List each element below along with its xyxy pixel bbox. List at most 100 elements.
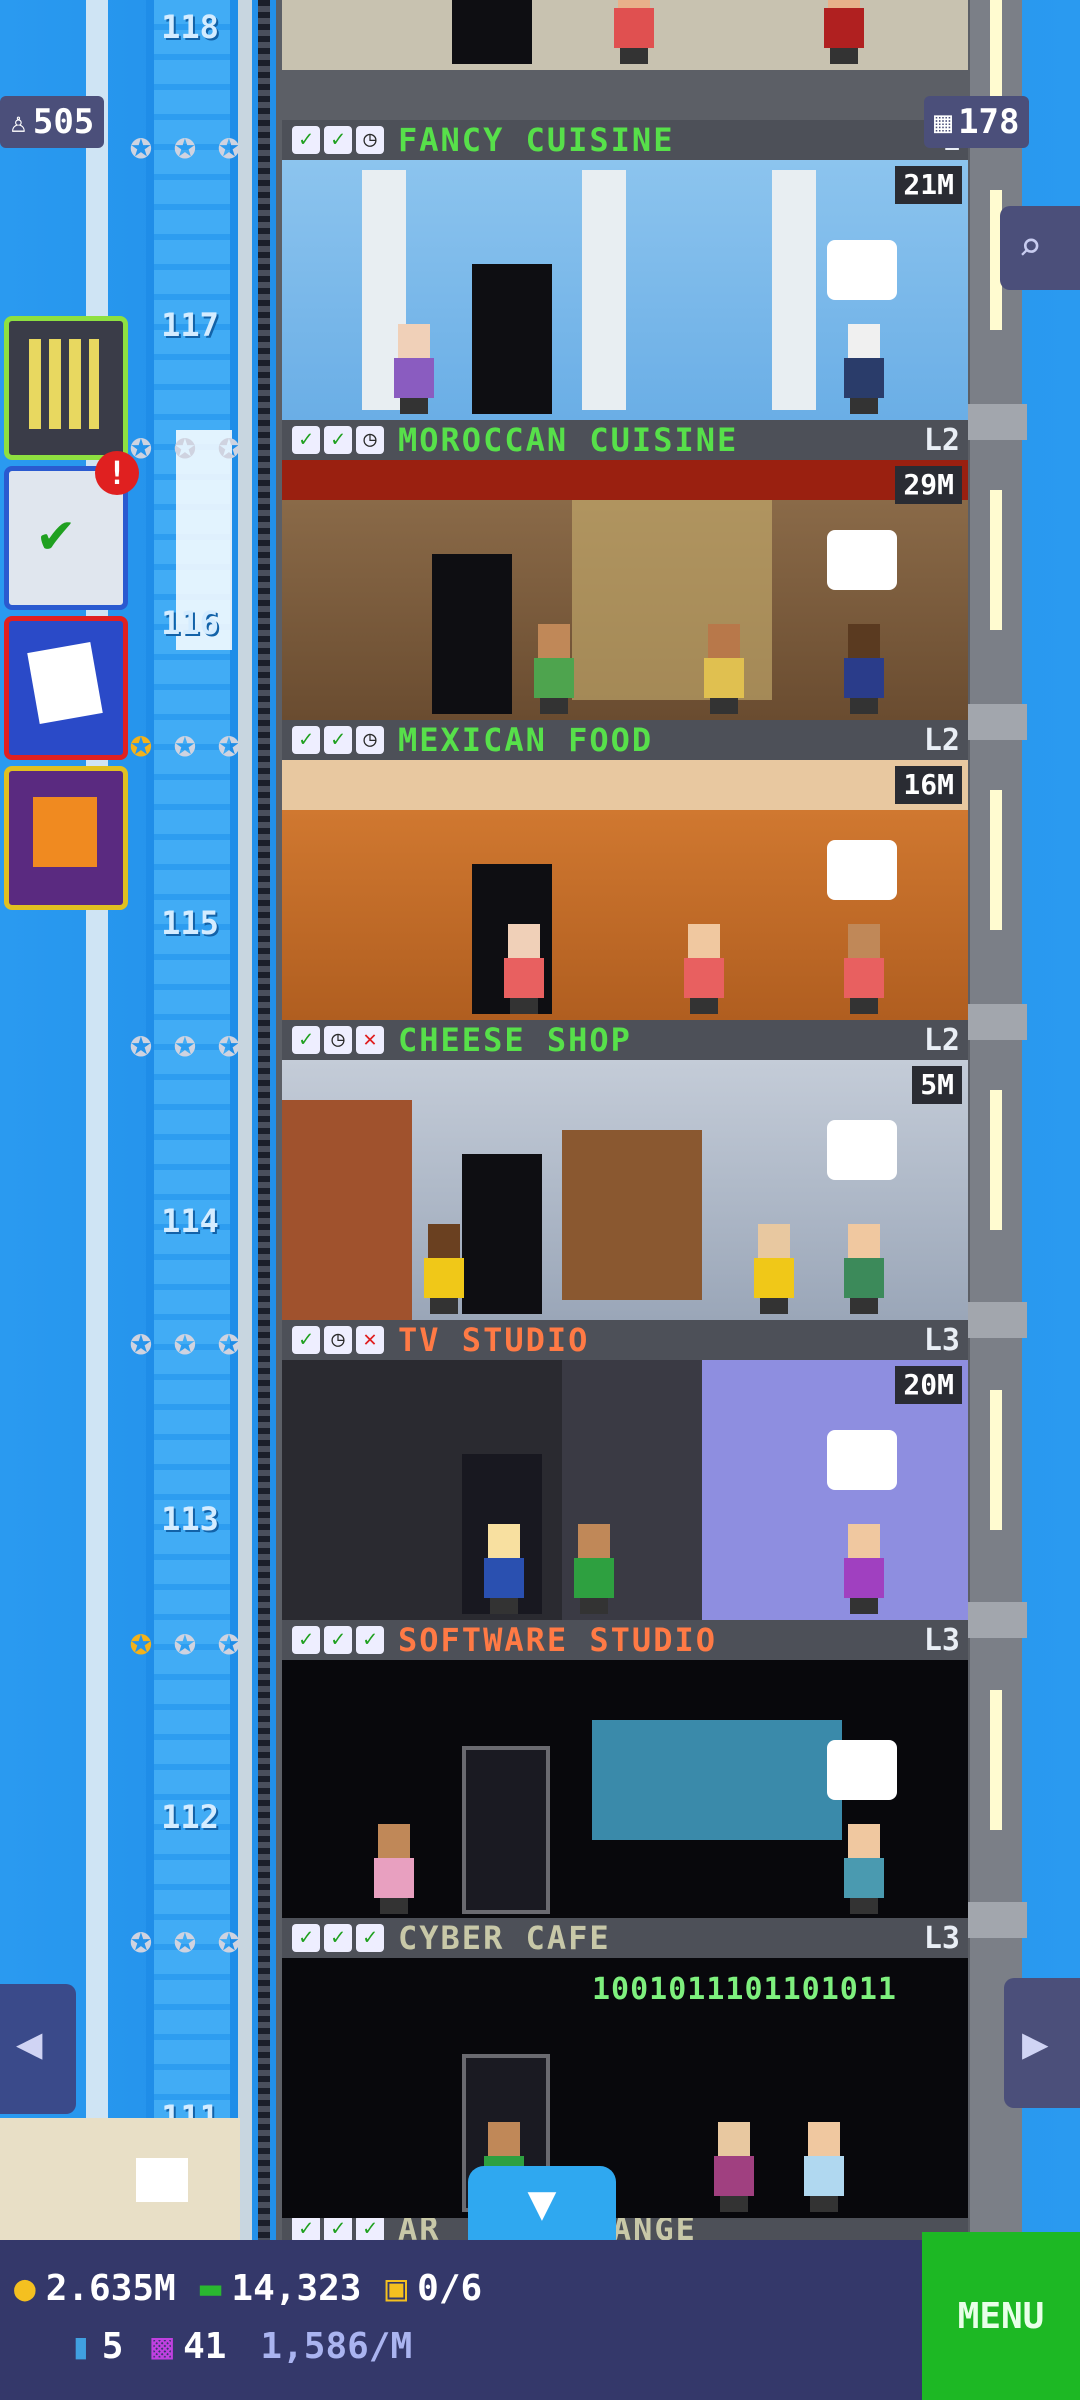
resident[interactable] <box>572 1524 616 1614</box>
elevator-right-button[interactable]: ▶ <box>1004 1978 1080 2108</box>
box-icon <box>136 2158 188 2202</box>
build-floor-button[interactable] <box>4 316 128 460</box>
star-icon: ✪ <box>173 721 197 765</box>
floor-115[interactable]: ✓ ✓ ◷ MEXICAN FOOD L2 16M <box>282 720 968 1020</box>
resident-wish-bubble[interactable] <box>827 1120 897 1180</box>
floor-banner[interactable]: ✓ ◷ ✕ CHEESE SHOP L2 <box>282 1020 968 1060</box>
floor-price: 20M <box>895 1366 962 1404</box>
star-icon: ✪ <box>129 123 153 167</box>
floor-number: 112 <box>161 1798 219 1836</box>
resident[interactable] <box>822 0 866 64</box>
check-icon: ✓ <box>356 1626 384 1654</box>
star-icon: ✪ <box>217 1021 241 1065</box>
floor-number: 114 <box>161 1202 219 1240</box>
resident[interactable] <box>532 624 576 714</box>
coins-value: 2.635M <box>45 2268 176 2309</box>
resident[interactable] <box>702 624 746 714</box>
clock-icon: ◷ <box>356 426 384 454</box>
resident[interactable] <box>842 924 886 1014</box>
floor-banner[interactable]: ✓ ✓ ◷ MEXICAN FOOD L2 <box>282 720 968 760</box>
resident[interactable] <box>842 1524 886 1614</box>
floor-status-checks: ✓ ◷ ✕ <box>292 1026 384 1054</box>
check-icon: ✓ <box>292 1326 320 1354</box>
resident-wish-bubble[interactable] <box>827 1740 897 1800</box>
floor-111[interactable]: ✓ ✓ ✓ CYBER CAFE L3 1001011101101011 <box>282 1918 968 2218</box>
floor-level: L2 <box>923 422 960 458</box>
star-icon: ✪ <box>173 1319 197 1363</box>
tower-view[interactable]: 118 117 116 115 114 113 112 111 ✓ ✓ ◷ FA <box>0 0 1080 2400</box>
check-icon: ✓ <box>292 1026 320 1054</box>
population-counter[interactable]: ♙ 505 <box>0 96 105 148</box>
floor-stars: ✪ ✪ ✪ <box>122 1024 248 1062</box>
resident[interactable] <box>842 624 886 714</box>
floors-counter[interactable]: ▦ 178 <box>924 96 1030 148</box>
resident[interactable] <box>482 1524 526 1614</box>
floor-status-checks: ✓ ◷ ✕ <box>292 1326 384 1354</box>
resident[interactable] <box>612 0 656 64</box>
population-value: 505 <box>32 102 95 142</box>
resident[interactable] <box>372 1824 416 1914</box>
calendar-icon <box>27 641 103 725</box>
star-icon: ✪ <box>173 123 197 167</box>
resident[interactable] <box>682 924 726 1014</box>
resident-wish-bubble[interactable] <box>827 530 897 590</box>
floor-price: 29M <box>895 466 962 504</box>
resident[interactable] <box>422 1224 466 1314</box>
gift-button[interactable] <box>4 766 128 910</box>
cross-icon: ✕ <box>356 1026 384 1054</box>
floor-112[interactable]: ✓ ✓ ✓ SOFTWARE STUDIO L3 <box>282 1620 968 1920</box>
check-icon: ✓ <box>356 2218 384 2240</box>
floor-number: 117 <box>161 306 219 344</box>
ticket-icon: ▮ <box>70 2326 92 2367</box>
check-icon: ✓ <box>324 2218 352 2240</box>
scroll-down-button[interactable]: ▼ <box>468 2166 616 2240</box>
resident[interactable] <box>842 324 886 414</box>
floor-status-checks: ✓ ✓ ✓ <box>292 1626 384 1654</box>
floor-banner[interactable]: ✓ ✓ ✓ SOFTWARE STUDIO L3 <box>282 1620 968 1660</box>
menu-button[interactable]: MENU <box>922 2232 1080 2400</box>
resident[interactable] <box>502 924 546 1014</box>
floor-stars: ✪ ✪ ✪ <box>122 426 248 464</box>
floor-banner[interactable]: ✓ ✓ ◷ FANCY CUISINE L <box>282 120 968 160</box>
floor-114[interactable]: ✓ ◷ ✕ CHEESE SHOP L2 5M <box>282 1020 968 1320</box>
resident[interactable] <box>712 2122 756 2212</box>
floor-110[interactable]: ✓ ✓ ✓ AR RANGE <box>282 2218 968 2240</box>
resident[interactable] <box>752 1224 796 1314</box>
zoom-button[interactable]: ⌕ <box>1000 206 1080 290</box>
resident[interactable] <box>842 1824 886 1914</box>
bux-value: 14,323 <box>231 2268 362 2309</box>
resident[interactable] <box>802 2122 846 2212</box>
floor-116[interactable]: ✓ ✓ ◷ MOROCCAN CUISINE L2 29M <box>282 420 968 720</box>
resident[interactable] <box>842 1224 886 1314</box>
tickets-value: 5 <box>101 2326 124 2367</box>
floor-level: L3 <box>923 1920 960 1956</box>
elevator-left-button[interactable]: ◀ <box>0 1984 76 2114</box>
pillar-light <box>990 1090 1002 1230</box>
resident-wish-bubble[interactable] <box>827 1430 897 1490</box>
floor-banner[interactable]: ✓ ✓ ✓ AR RANGE <box>282 2218 968 2240</box>
resident[interactable] <box>392 324 436 414</box>
check-icon: ✓ <box>324 1626 352 1654</box>
people-icon: ♙ <box>10 105 27 139</box>
daily-calendar-button[interactable] <box>4 616 128 760</box>
delivery-crate[interactable] <box>0 2118 240 2240</box>
missions-button[interactable]: ✔ ! <box>4 451 139 610</box>
resident-wish-bubble[interactable] <box>827 240 897 300</box>
key-icon: ▩ <box>151 2326 174 2367</box>
floor-stars: ✪ ✪ ✪ <box>122 126 248 164</box>
floor-113[interactable]: ✓ ◷ ✕ TV STUDIO L3 20M <box>282 1320 968 1620</box>
pillar-cap <box>965 704 1027 740</box>
floor-118[interactable] <box>282 0 968 114</box>
check-icon: ✓ <box>292 1924 320 1952</box>
resident-wish-bubble[interactable] <box>827 840 897 900</box>
floor-stars: ✪ ✪ ✪ <box>122 1920 248 1958</box>
room-scene <box>282 1060 968 1320</box>
alert-badge-icon: ! <box>95 451 139 495</box>
floor-banner[interactable]: ✓ ◷ ✕ TV STUDIO L3 <box>282 1320 968 1360</box>
floor-banner[interactable]: ✓ ✓ ◷ MOROCCAN CUISINE L2 <box>282 420 968 460</box>
floor-stars: ✪ ✪ ✪ <box>122 1622 248 1660</box>
floor-door <box>452 0 532 64</box>
floor-banner[interactable]: ✓ ✓ ✓ CYBER CAFE L3 <box>282 1918 968 1958</box>
clock-icon: ◷ <box>356 726 384 754</box>
floor-117[interactable]: ✓ ✓ ◷ FANCY CUISINE L 21M <box>282 120 968 420</box>
